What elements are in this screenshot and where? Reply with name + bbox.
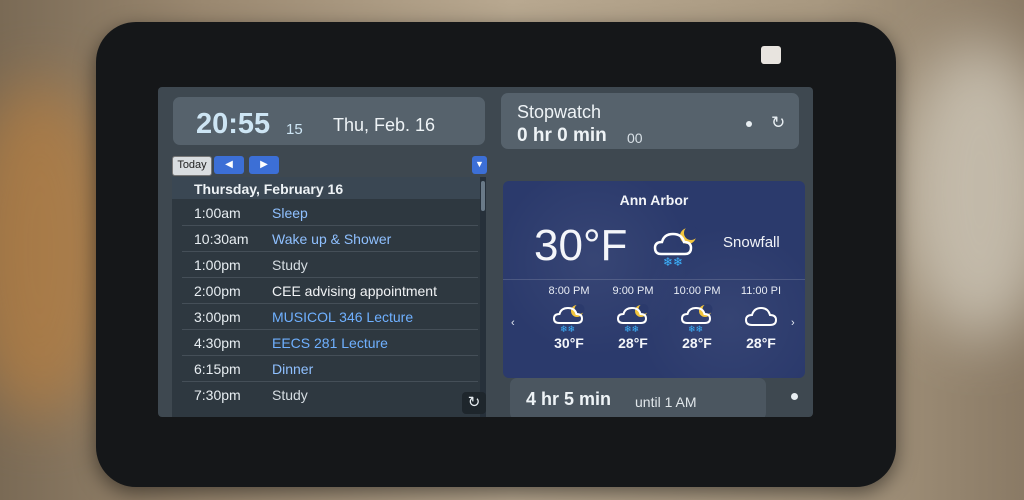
- agenda-event[interactable]: 1:00pm Study: [182, 252, 478, 278]
- event-title: CEE advising appointment: [272, 283, 437, 299]
- chevron-down-icon: ▼: [475, 159, 484, 169]
- hourly-temp: 30°F: [554, 335, 584, 351]
- scroll-thumb[interactable]: [481, 181, 485, 211]
- agenda-event[interactable]: 2:00pm CEE advising appointment: [182, 278, 478, 304]
- page-dot-icon: [791, 393, 798, 400]
- snow-night-icon: ❄❄: [665, 303, 729, 335]
- agenda-event[interactable]: 1:00am Sleep: [182, 200, 478, 226]
- weather-city: Ann Arbor: [619, 192, 689, 208]
- screen: 20:55 15 Thu, Feb. 16 Today ◀ ▶ ▼ Thursd…: [158, 87, 813, 417]
- chevron-left-icon[interactable]: ‹: [511, 317, 515, 329]
- hourly-forecast-item: 11:00 PI 28°F: [729, 285, 793, 351]
- stopwatch-reset-icon[interactable]: ↻: [771, 113, 785, 133]
- page-dot-icon: [746, 121, 752, 127]
- hourly-temp: 28°F: [746, 335, 776, 351]
- cloud-icon: [729, 303, 793, 333]
- weather-condition: Snowfall: [723, 234, 780, 251]
- clock-card: 20:55 15 Thu, Feb. 16: [173, 97, 485, 145]
- event-title: Dinner: [272, 361, 314, 377]
- agenda-scrollbar[interactable]: [480, 177, 486, 417]
- event-time: 4:30pm: [194, 335, 241, 351]
- snow-night-icon: ❄❄: [651, 224, 701, 275]
- agenda-event[interactable]: 3:00pm MUSICOL 346 Lecture: [182, 304, 478, 330]
- event-title: Sleep: [272, 205, 308, 221]
- calendar-refresh-button[interactable]: ↻: [462, 392, 486, 414]
- snow-night-icon: ❄❄: [601, 303, 665, 335]
- calendar-menu-button[interactable]: ▼: [472, 156, 487, 174]
- event-time: 1:00am: [194, 205, 241, 221]
- agenda-day-header: Thursday, February 16: [172, 177, 480, 199]
- svg-text:❄❄: ❄❄: [560, 325, 575, 333]
- agenda-event[interactable]: 7:30pm Study: [182, 382, 478, 407]
- clock-seconds: 15: [286, 121, 303, 138]
- svg-text:❄❄: ❄❄: [663, 255, 683, 269]
- chevron-right-icon: ▶: [260, 159, 268, 170]
- clock-time: 20:55: [196, 108, 271, 140]
- hourly-forecast-item: 8:00 PM ❄❄ 30°F: [537, 285, 601, 351]
- event-time: 3:00pm: [194, 309, 241, 325]
- agenda-event[interactable]: 4:30pm EECS 281 Lecture: [182, 330, 478, 356]
- event-time: 7:30pm: [194, 387, 241, 403]
- next-day-button[interactable]: ▶: [249, 156, 279, 174]
- hourly-time: 9:00 PM: [612, 285, 654, 297]
- camera-shutter: [761, 46, 781, 64]
- hourly-temp: 28°F: [682, 335, 712, 351]
- agenda-day-title: Thursday, February 16: [194, 181, 344, 197]
- event-time: 6:15pm: [194, 361, 241, 377]
- weather-current-temp: 30°F: [534, 221, 628, 270]
- svg-text:❄❄: ❄❄: [624, 325, 639, 333]
- event-title: Study: [272, 257, 308, 273]
- event-title: EECS 281 Lecture: [272, 335, 388, 351]
- stopwatch-title: Stopwatch: [517, 102, 602, 122]
- event-title: Wake up & Shower: [272, 231, 392, 247]
- agenda-list[interactable]: Thursday, February 16 1:00am Sleep 10:30…: [172, 177, 486, 417]
- agenda-event[interactable]: 10:30am Wake up & Shower: [182, 226, 478, 252]
- agenda-event[interactable]: 6:15pm Dinner: [182, 356, 478, 382]
- weather-card[interactable]: Ann Arbor 30°F ❄❄ Snowfall ‹ › 8:00 PM ❄…: [503, 181, 805, 378]
- event-title: MUSICOL 346 Lecture: [272, 309, 414, 325]
- chevron-left-icon: ◀: [225, 159, 233, 170]
- event-time: 10:30am: [194, 231, 249, 247]
- hourly-temp: 28°F: [618, 335, 648, 351]
- stopwatch-card[interactable]: Stopwatch 0 hr 0 min 00 ↻: [501, 93, 799, 149]
- clock-date: Thu, Feb. 16: [333, 115, 436, 135]
- timer-card[interactable]: 4 hr 5 min until 1 AM: [510, 378, 766, 417]
- hourly-time: 10:00 PM: [673, 285, 721, 297]
- event-time: 1:00pm: [194, 257, 241, 273]
- stopwatch-value: 0 hr 0 min: [517, 125, 607, 146]
- refresh-icon: ↻: [467, 394, 481, 411]
- snow-night-icon: ❄❄: [537, 303, 601, 335]
- prev-day-button[interactable]: ◀: [214, 156, 244, 174]
- smart-display-device: 20:55 15 Thu, Feb. 16 Today ◀ ▶ ▼ Thursd…: [96, 22, 896, 487]
- weather-divider: [503, 279, 805, 280]
- hourly-forecast-item: 9:00 PM ❄❄ 28°F: [601, 285, 665, 351]
- hourly-forecast-item: 10:00 PM ❄❄ 28°F: [665, 285, 729, 351]
- today-button[interactable]: Today: [172, 156, 212, 176]
- background-blur-right: [900, 40, 1024, 340]
- event-title: Study: [272, 387, 308, 403]
- timer-subtitle: until 1 AM: [635, 394, 697, 410]
- timer-value: 4 hr 5 min: [526, 389, 612, 409]
- event-time: 2:00pm: [194, 283, 241, 299]
- svg-text:❄❄: ❄❄: [688, 325, 703, 333]
- hourly-time: 8:00 PM: [548, 285, 590, 297]
- hourly-time: 11:00 PI: [740, 285, 782, 297]
- stopwatch-subseconds: 00: [627, 130, 643, 146]
